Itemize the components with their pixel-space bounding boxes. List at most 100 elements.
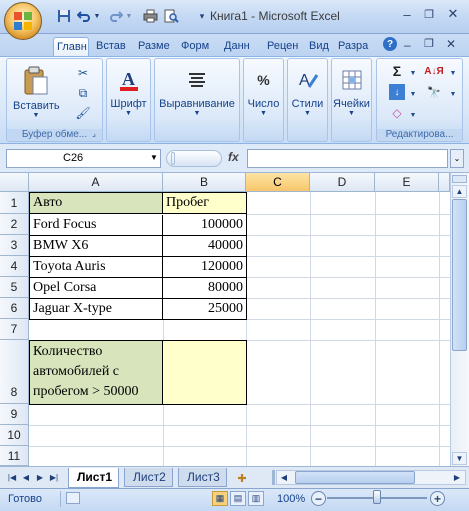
vertical-scroll-thumb[interactable] — [452, 199, 467, 351]
sort-filter-dropdown-icon[interactable]: ▼ — [445, 65, 461, 81]
tab-home[interactable]: Главн — [53, 37, 89, 56]
cut-icon[interactable]: ✂ — [75, 65, 91, 81]
insert-function-button[interactable]: fx — [228, 150, 239, 164]
print-icon[interactable] — [142, 8, 158, 24]
column-header-f[interactable] — [439, 173, 450, 192]
fill-dropdown-icon[interactable]: ▼ — [405, 86, 421, 102]
save-icon[interactable] — [56, 8, 72, 24]
styles-button[interactable]: A Стили ▼ — [288, 65, 327, 117]
scroll-up-icon[interactable]: ▲ — [452, 185, 467, 198]
splitter-handle[interactable] — [171, 152, 175, 165]
alignment-button[interactable]: Выравнивание ▼ — [155, 65, 239, 117]
next-sheet-icon[interactable]: ▶ — [34, 471, 46, 483]
format-painter-icon[interactable]: 🖌 — [75, 105, 91, 121]
macro-record-icon[interactable] — [66, 492, 80, 504]
cell-b6[interactable]: 25000 — [163, 299, 246, 319]
row-header-2[interactable]: 2 — [0, 214, 29, 235]
page-layout-view-icon[interactable]: ▤ — [230, 491, 246, 506]
paste-button[interactable]: Вставить ▼ — [13, 65, 60, 119]
row-header-10[interactable]: 10 — [0, 425, 29, 446]
column-header-a[interactable]: A — [29, 173, 163, 192]
name-box-dropdown-icon[interactable]: ▼ — [150, 153, 158, 162]
tab-data[interactable]: Данн — [221, 37, 261, 56]
last-sheet-icon[interactable]: ▶| — [48, 471, 60, 483]
cell-a5[interactable]: Opel Corsa — [30, 278, 163, 299]
cell-a1[interactable]: Авто — [30, 193, 163, 214]
first-sheet-icon[interactable]: |◀ — [6, 471, 18, 483]
cell-a3[interactable]: BMW X6 — [30, 236, 163, 257]
scroll-right-icon[interactable]: ▶ — [450, 471, 464, 484]
expand-formula-bar-icon[interactable]: ⌄ — [450, 149, 464, 168]
scroll-down-icon[interactable]: ▼ — [452, 452, 467, 465]
sheet-tab-3[interactable]: Лист3 — [178, 468, 227, 487]
close-button[interactable]: ✕ — [444, 5, 462, 23]
undo-dropdown-icon[interactable]: ▼ — [92, 8, 102, 24]
column-header-e[interactable]: E — [375, 173, 439, 192]
redo-icon[interactable] — [108, 8, 124, 24]
row-header-8[interactable]: 8 — [0, 340, 29, 404]
minimize-button[interactable]: ‒ — [398, 5, 416, 23]
prev-sheet-icon[interactable]: ◀ — [20, 471, 32, 483]
zoom-slider-thumb[interactable] — [373, 490, 381, 504]
tab-split-handle[interactable] — [272, 470, 275, 485]
tab-page-layout[interactable]: Разме — [135, 37, 175, 56]
restore-button[interactable]: ❐ — [420, 5, 438, 23]
cell-a2[interactable]: Ford Focus — [30, 215, 163, 236]
dialog-launcher-icon[interactable]: ⌟ — [89, 128, 99, 138]
workbook-close-icon[interactable]: ✕ — [446, 37, 456, 51]
cell-b1[interactable]: Пробег — [163, 193, 246, 214]
cell-b8[interactable] — [163, 341, 246, 404]
autosum-dropdown-icon[interactable]: ▼ — [405, 65, 421, 81]
name-box[interactable]: C26 — [6, 149, 161, 168]
row-header-6[interactable]: 6 — [0, 298, 29, 319]
split-box[interactable] — [452, 175, 467, 183]
formula-input[interactable] — [247, 149, 448, 168]
row-header-1[interactable]: 1 — [0, 192, 29, 214]
font-button[interactable]: A Шрифт ▼ — [107, 65, 150, 117]
fill-icon[interactable]: ↓ — [389, 84, 405, 100]
row-header-9[interactable]: 9 — [0, 404, 29, 425]
sheet-tab-2[interactable]: Лист2 — [124, 468, 173, 487]
cell-b2[interactable]: 100000 — [163, 215, 246, 236]
zoom-in-icon[interactable]: + — [430, 491, 445, 506]
horizontal-scroll-thumb[interactable] — [295, 471, 415, 484]
undo-icon[interactable] — [76, 8, 92, 24]
tab-review[interactable]: Рецен — [264, 37, 304, 56]
cell-a4[interactable]: Toyota Auris — [30, 257, 163, 278]
tab-insert[interactable]: Встав — [93, 37, 131, 56]
row-header-5[interactable]: 5 — [0, 277, 29, 298]
print-preview-icon[interactable] — [163, 8, 179, 24]
row-header-4[interactable]: 4 — [0, 256, 29, 277]
customize-toolbar-icon[interactable]: ▾ — [194, 8, 210, 24]
tab-view[interactable]: Вид — [306, 37, 331, 56]
column-header-d[interactable]: D — [310, 173, 375, 192]
sheet-tab-1[interactable]: Лист1 — [68, 468, 120, 488]
clear-icon[interactable]: ◇ — [389, 105, 405, 121]
cell-a8[interactable]: Количество автомобилей с пробегом > 5000… — [30, 341, 163, 404]
find-select-dropdown-icon[interactable]: ▼ — [445, 86, 461, 102]
copy-icon[interactable]: ⧉ — [75, 85, 91, 101]
cells-button[interactable]: Ячейки ▼ — [332, 65, 371, 117]
ribbon-restore-icon[interactable]: ❐ — [424, 37, 434, 50]
help-icon[interactable]: ? — [383, 37, 397, 51]
autosum-icon[interactable]: Σ — [389, 63, 405, 79]
find-select-icon[interactable]: 🔭 — [423, 84, 445, 100]
normal-view-icon[interactable]: ▦ — [212, 491, 228, 506]
insert-sheet-icon[interactable]: ✚ — [234, 471, 250, 485]
cell-b3[interactable]: 40000 — [163, 236, 246, 257]
column-header-b[interactable]: B — [163, 173, 246, 192]
ribbon-minimize-icon[interactable]: ‒ — [404, 38, 411, 52]
redo-dropdown-icon[interactable]: ▼ — [124, 8, 134, 24]
column-header-c[interactable]: C — [246, 173, 310, 192]
clear-dropdown-icon[interactable]: ▼ — [405, 107, 421, 123]
tab-developer[interactable]: Разра — [335, 37, 373, 56]
page-break-view-icon[interactable]: ▥ — [248, 491, 264, 506]
row-header-7[interactable]: 7 — [0, 319, 29, 340]
zoom-out-icon[interactable]: − — [311, 491, 326, 506]
cell-b4[interactable]: 120000 — [163, 257, 246, 278]
tab-formulas[interactable]: Форм — [178, 37, 218, 56]
select-all-corner[interactable] — [0, 173, 29, 192]
number-button[interactable]: % Число ▼ — [244, 65, 283, 117]
office-button[interactable] — [4, 2, 42, 40]
cell-b5[interactable]: 80000 — [163, 278, 246, 299]
